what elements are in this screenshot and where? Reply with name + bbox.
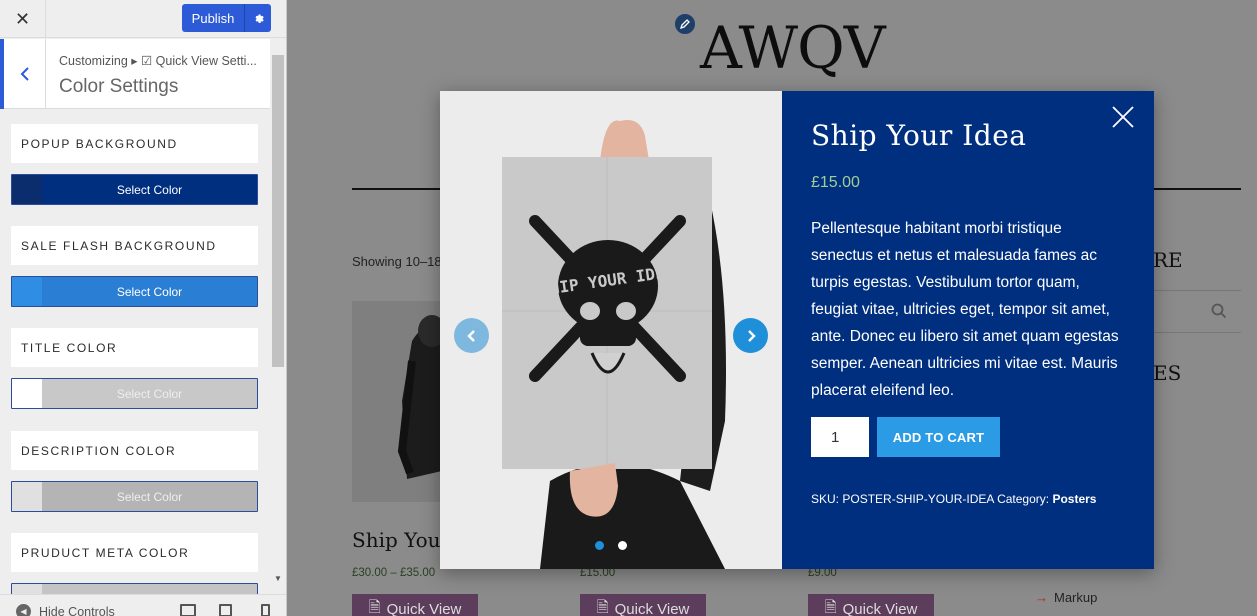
sale-flash-background-label: Sale Flash Background — [11, 226, 258, 265]
section-header: Customizing ▸ ☑ Quick View Setti... Colo… — [0, 39, 270, 109]
customizer-header: ✕ Publish — [0, 0, 286, 38]
edit-shortcut-button[interactable] — [673, 12, 697, 36]
category-link-label: Markup — [1054, 590, 1098, 605]
arrow-right-icon: → — [1035, 590, 1048, 605]
color-swatch — [12, 379, 42, 408]
hide-controls-button[interactable]: ◀ Hide Controls — [16, 604, 115, 616]
product-price: £30.00 – £35.00 — [352, 567, 436, 579]
select-color-label: Select Color — [42, 277, 257, 306]
quick-view-modal: SHIP YOUR IDEA Ship Your Idea £15.00 Pel… — [440, 91, 1154, 569]
close-icon: ✕ — [14, 8, 31, 30]
gallery-prev-button[interactable] — [454, 318, 489, 353]
document-icon: 🗎 — [824, 598, 837, 616]
quick-view-button[interactable]: 🗎 Quick View — [580, 594, 706, 616]
description-color-select-color-button[interactable]: Select Color — [11, 481, 258, 512]
chevron-left-icon — [466, 329, 475, 342]
chevron-right-icon — [747, 329, 756, 342]
poster-photo: SHIP YOUR IDEA — [440, 91, 782, 569]
color-swatch — [12, 175, 42, 204]
product-price: £15.00 — [811, 174, 860, 191]
quantity-input[interactable] — [811, 417, 869, 457]
sku-value: POSTER-SHIP-YOUR-IDEA — [842, 492, 994, 506]
chevron-left-icon — [20, 67, 29, 81]
mobile-icon[interactable] — [261, 604, 270, 616]
quick-view-button[interactable]: 🗎 Quick View — [808, 594, 934, 616]
gallery-next-button[interactable] — [733, 318, 768, 353]
product-meta-color-label: Pruduct Meta Color — [11, 533, 258, 572]
gallery-dot[interactable] — [595, 541, 604, 550]
gallery-dot[interactable] — [618, 541, 627, 550]
color-swatch — [12, 482, 42, 511]
select-color-label: Select Color — [42, 482, 257, 511]
scroll-down-arrow[interactable]: ▼ — [272, 574, 284, 586]
customizer-sidebar: ✕ Publish Customizing ▸ ☑ Quick View Set… — [0, 0, 287, 616]
product-title[interactable]: Ship Your — [352, 528, 450, 552]
divider — [1153, 188, 1241, 190]
widget-heading: ES — [1153, 361, 1182, 385]
quick-view-button[interactable]: 🗎 Quick View — [352, 594, 478, 616]
scrollbar-thumb[interactable] — [272, 55, 284, 367]
hide-controls-label: Hide Controls — [39, 604, 115, 616]
popup-background-label: Popup Background — [11, 124, 258, 163]
result-count: Showing 10–18 — [352, 254, 442, 269]
quick-view-label: Quick View — [386, 600, 462, 616]
title-color-label: Title Color — [11, 328, 258, 367]
category-link-markup[interactable]: → Markup — [1035, 590, 1097, 605]
color-swatch — [12, 277, 42, 306]
product-description: Pellentesque habitant morbi tristique se… — [811, 220, 1119, 399]
quick-view-label: Quick View — [614, 600, 690, 616]
product-summary: Ship Your Idea £15.00 Pellentesque habit… — [782, 91, 1154, 569]
pencil-icon — [679, 19, 690, 30]
select-color-label: Select Color — [42, 175, 257, 204]
sale-flash-background-select-color-button[interactable]: Select Color — [11, 276, 258, 307]
tablet-icon[interactable] — [219, 604, 232, 616]
widget-heading: RE — [1153, 248, 1183, 272]
document-icon: 🗎 — [596, 598, 609, 616]
publish-settings-button[interactable] — [244, 4, 271, 32]
publish-button[interactable]: Publish — [182, 4, 244, 32]
sku-label: SKU: — [811, 492, 840, 506]
category-link[interactable]: Posters — [1052, 492, 1096, 506]
product-gallery[interactable]: SHIP YOUR IDEA — [440, 91, 782, 569]
panel-title: Color Settings — [59, 76, 179, 97]
gear-icon — [254, 14, 264, 23]
document-icon: 🗎 — [368, 598, 381, 616]
desktop-icon[interactable] — [180, 604, 196, 616]
quick-view-label: Quick View — [842, 600, 918, 616]
product-meta: SKU: POSTER-SHIP-YOUR-IDEA Category: Pos… — [811, 492, 1096, 506]
product-title: Ship Your Idea — [811, 119, 1027, 152]
back-button[interactable] — [0, 39, 46, 109]
search-icon[interactable] — [1211, 303, 1227, 319]
category-label: Category: — [997, 492, 1050, 506]
divider — [352, 188, 442, 190]
breadcrumb: Customizing ▸ ☑ Quick View Setti... — [59, 54, 257, 68]
close-customizer-button[interactable]: ✕ — [0, 0, 46, 38]
close-icon[interactable] — [1111, 105, 1135, 129]
popup-background-select-color-button[interactable]: Select Color — [11, 174, 258, 205]
site-title[interactable]: AWQV — [700, 14, 886, 82]
customizer-footer: ◀ Hide Controls — [0, 594, 286, 616]
search-input[interactable] — [1153, 290, 1241, 333]
site-preview: AWQV Showing 10–18 RE ES Ship Your £30.0… — [287, 0, 1257, 616]
collapse-icon: ◀ — [16, 604, 31, 616]
add-to-cart-button[interactable]: ADD TO CART — [877, 417, 1000, 457]
description-color-label: Description Color — [11, 431, 258, 470]
title-color-select-color-button[interactable]: Select Color — [11, 378, 258, 409]
select-color-label: Select Color — [42, 379, 257, 408]
